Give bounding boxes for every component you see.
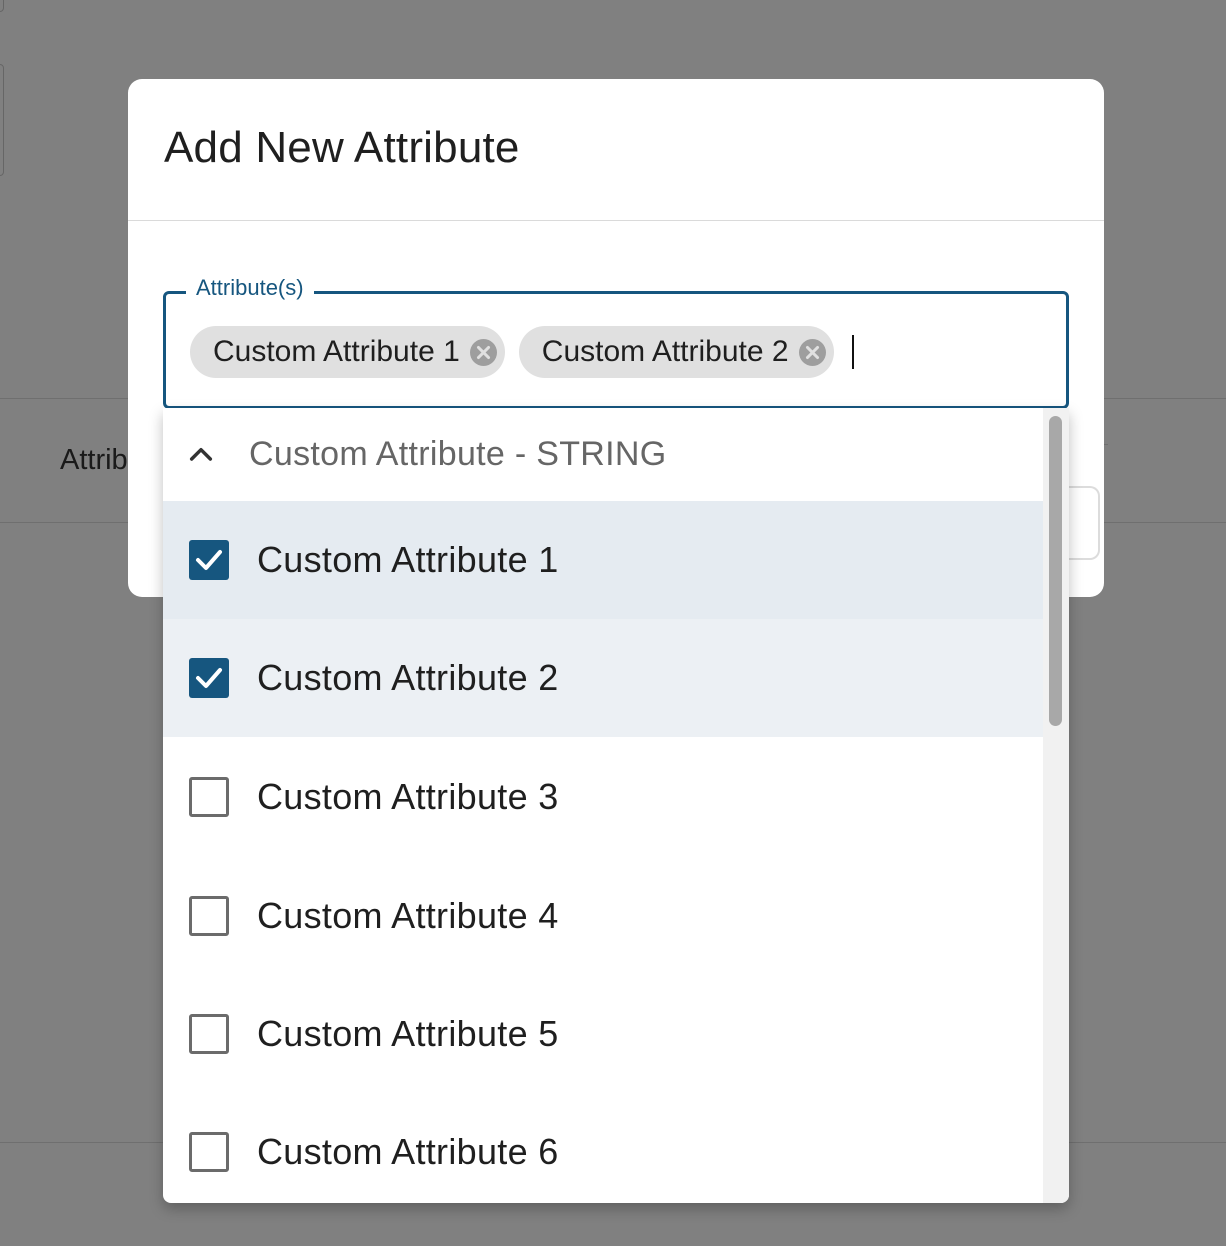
dropdown-scrollbar[interactable] xyxy=(1043,408,1069,1203)
option-custom-attribute-1[interactable]: Custom Attribute 1 xyxy=(163,501,1043,619)
group-label: Custom Attribute - STRING xyxy=(249,435,667,473)
chip-label: Custom Attribute 1 xyxy=(213,335,460,368)
option-label: Custom Attribute 3 xyxy=(257,776,559,817)
dialog-divider xyxy=(128,220,1104,221)
chip-label: Custom Attribute 2 xyxy=(541,335,789,368)
text-cursor[interactable] xyxy=(851,335,854,369)
option-custom-attribute-3[interactable]: Custom Attribute 3 xyxy=(163,738,1043,856)
option-custom-attribute-2[interactable]: Custom Attribute 2 xyxy=(163,619,1043,737)
attributes-field-label: Attribute(s) xyxy=(186,275,314,301)
option-custom-attribute-4[interactable]: Custom Attribute 4 xyxy=(163,857,1043,975)
chip-custom-attribute-1: Custom Attribute 1 xyxy=(190,326,505,378)
checkbox-unchecked-icon[interactable] xyxy=(189,1132,229,1172)
option-label: Custom Attribute 2 xyxy=(257,657,559,698)
group-header[interactable]: Custom Attribute - STRING xyxy=(163,408,1043,501)
chevron-up-icon[interactable] xyxy=(185,439,217,471)
option-label: Custom Attribute 1 xyxy=(257,539,559,580)
background-panel xyxy=(0,64,4,176)
checkbox-checked-icon[interactable] xyxy=(189,658,229,698)
attributes-dropdown: Custom Attribute - STRING Custom Attribu… xyxy=(163,408,1069,1203)
option-label: Custom Attribute 5 xyxy=(257,1013,559,1054)
option-label: Custom Attribute 4 xyxy=(257,895,559,936)
close-circle-icon[interactable] xyxy=(469,338,497,366)
background-control xyxy=(0,0,4,12)
checkbox-unchecked-icon[interactable] xyxy=(189,896,229,936)
attributes-multiselect[interactable]: Attribute(s) Custom Attribute 1 Custom A… xyxy=(163,275,1069,409)
selected-chips: Custom Attribute 1 Custom Attribute 2 xyxy=(190,326,854,378)
option-label: Custom Attribute 6 xyxy=(257,1131,559,1172)
checkbox-checked-icon[interactable] xyxy=(189,540,229,580)
scrollbar-thumb[interactable] xyxy=(1049,416,1062,726)
checkbox-unchecked-icon[interactable] xyxy=(189,1014,229,1054)
option-custom-attribute-6[interactable]: Custom Attribute 6 xyxy=(163,1093,1043,1203)
checkbox-unchecked-icon[interactable] xyxy=(189,777,229,817)
close-circle-icon[interactable] xyxy=(798,338,826,366)
dialog-title: Add New Attribute xyxy=(164,123,520,172)
option-custom-attribute-5[interactable]: Custom Attribute 5 xyxy=(163,975,1043,1093)
background-column-label: Attrib xyxy=(60,444,128,476)
chip-custom-attribute-2: Custom Attribute 2 xyxy=(518,326,834,378)
